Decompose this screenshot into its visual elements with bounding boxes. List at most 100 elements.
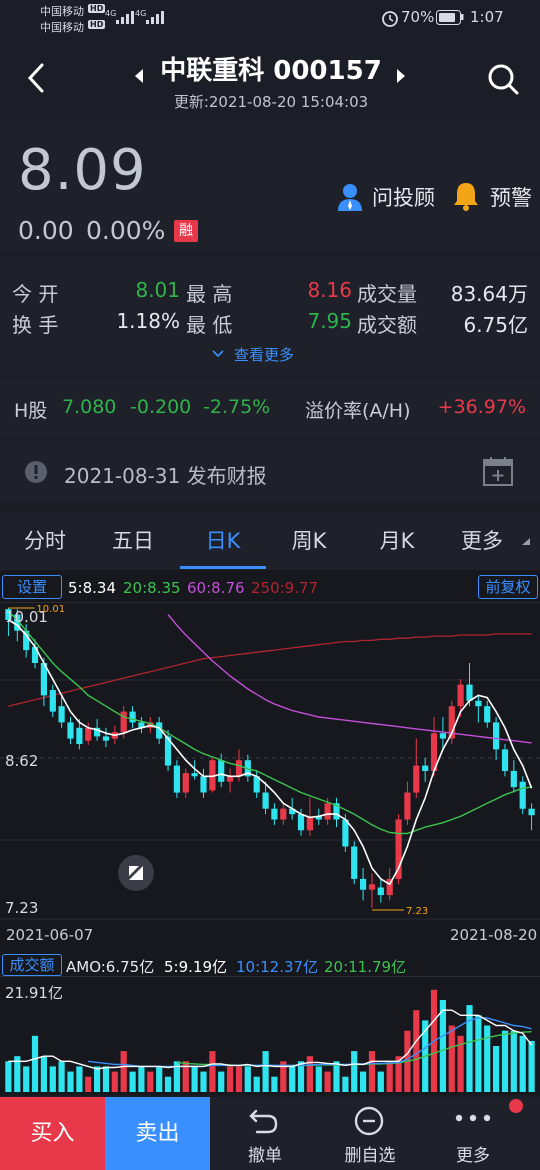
prev-stock-icon[interactable] bbox=[134, 68, 144, 84]
tab-more[interactable]: 更多 bbox=[444, 512, 520, 570]
volume-bar bbox=[138, 1066, 145, 1092]
amount-label: 成交额 bbox=[357, 313, 417, 337]
h-share-row[interactable]: H股 7.080 -0.200 -2.75% 溢价率(A/H) +36.97% bbox=[0, 378, 540, 438]
tab-daily-k[interactable]: 日K bbox=[180, 512, 266, 570]
candle-body bbox=[493, 722, 500, 750]
volume-bar bbox=[475, 1015, 482, 1092]
volume-bar bbox=[360, 1071, 367, 1092]
volume-max-label: 21.91亿 bbox=[5, 984, 63, 1002]
sell-button[interactable]: 卖出 bbox=[105, 1097, 210, 1170]
candle bbox=[200, 768, 207, 798]
buy-button[interactable]: 买入 bbox=[0, 1097, 105, 1170]
volume-bar bbox=[484, 1025, 491, 1092]
date-start: 2021-06-07 bbox=[6, 926, 94, 944]
tab-weekly-k[interactable]: 周K bbox=[268, 512, 350, 570]
hd-badge-1: HD bbox=[88, 4, 106, 13]
fullscreen-button[interactable] bbox=[118, 855, 154, 891]
legend-ma20: 20:8.35 bbox=[123, 579, 181, 597]
chevron-down-icon bbox=[212, 350, 224, 358]
candle bbox=[519, 776, 526, 815]
indicator-select-button[interactable]: 成交额 bbox=[2, 954, 62, 976]
legend-ma5: 5:8.34 bbox=[68, 579, 116, 597]
volume-label: 成交量 bbox=[357, 282, 417, 306]
volume-bar bbox=[324, 1071, 331, 1092]
h-share-price: 7.080 bbox=[62, 396, 117, 418]
more-dots-icon bbox=[455, 1114, 491, 1122]
legend-ma60: 60:8.76 bbox=[187, 579, 245, 597]
candle-body bbox=[466, 684, 473, 701]
volume-bar bbox=[5, 1061, 12, 1092]
low-value: 7.95 bbox=[307, 309, 352, 333]
earnings-notice[interactable]: 2021-08-31 发布财报 bbox=[0, 440, 540, 502]
search-icon[interactable] bbox=[486, 62, 520, 96]
cancel-order-button[interactable]: 撤单 bbox=[210, 1097, 320, 1170]
candle-body bbox=[58, 706, 65, 723]
ma60-line bbox=[167, 614, 532, 744]
volume-bar bbox=[191, 1066, 198, 1092]
y-axis-top-label: 10.01 bbox=[5, 608, 48, 626]
candle bbox=[40, 657, 47, 707]
network-type-1: 4G bbox=[105, 9, 117, 18]
volume-bar bbox=[528, 1040, 535, 1092]
vol-ma10-value: 10:12.37亿 bbox=[236, 958, 319, 976]
carrier-1: 中国移动 bbox=[40, 5, 84, 18]
candle-body bbox=[173, 765, 180, 793]
volume-bar bbox=[209, 1051, 216, 1092]
candle bbox=[377, 878, 384, 903]
signal-icon bbox=[116, 11, 134, 24]
calendar-add-icon[interactable] bbox=[482, 455, 514, 487]
back-icon[interactable] bbox=[24, 62, 48, 94]
candle bbox=[368, 873, 376, 908]
volume-value: 83.64万 bbox=[450, 282, 528, 306]
candle bbox=[351, 841, 358, 885]
kline-chart[interactable]: 10.01 7.23 bbox=[0, 602, 540, 920]
candle-body bbox=[439, 733, 446, 739]
settings-button[interactable]: 设置 bbox=[2, 575, 62, 599]
tab-monthly-k[interactable]: 月K bbox=[356, 512, 438, 570]
candle-body bbox=[297, 814, 305, 831]
open-label: 今 开 bbox=[12, 282, 59, 306]
tab-intraday[interactable]: 分时 bbox=[4, 512, 86, 570]
tab-five-day[interactable]: 五日 bbox=[92, 512, 174, 570]
premium-label: 溢价率(A/H) bbox=[305, 400, 411, 422]
candle bbox=[49, 684, 56, 717]
candle-body bbox=[67, 722, 74, 739]
bell-icon bbox=[454, 183, 478, 211]
candle bbox=[413, 738, 420, 798]
legend-ma250: 250:9.77 bbox=[251, 579, 319, 597]
candle-body bbox=[501, 749, 509, 771]
candle bbox=[422, 758, 429, 782]
more-actions-button[interactable]: 更多 bbox=[420, 1097, 530, 1170]
stock-header: 中联重科 000157 更新:2021-08-20 15:04:03 bbox=[0, 36, 540, 120]
high-label: 最 高 bbox=[186, 282, 233, 306]
ma250-line bbox=[8, 633, 532, 707]
candle-body bbox=[368, 884, 376, 890]
update-time: 更新:2021-08-20 15:04:03 bbox=[173, 93, 369, 111]
price-change: 0.00 bbox=[18, 216, 74, 245]
alarm-icon bbox=[382, 11, 398, 27]
active-tab-indicator bbox=[180, 566, 266, 569]
candle-body bbox=[475, 700, 482, 707]
quote-panel: 8.09 0.00 0.00% 融 问投顾 预警 bbox=[0, 120, 540, 250]
candle bbox=[484, 700, 491, 728]
candle-body bbox=[218, 760, 225, 782]
next-stock-icon[interactable] bbox=[396, 68, 406, 84]
h-share-change: -0.200 bbox=[130, 396, 192, 418]
candle bbox=[129, 706, 136, 728]
candle bbox=[510, 760, 517, 793]
candle bbox=[395, 814, 402, 885]
battery-percent: 70% bbox=[401, 8, 435, 26]
candle-body bbox=[422, 765, 429, 771]
volume-bar bbox=[147, 1071, 154, 1092]
remove-watchlist-button[interactable]: 删自选 bbox=[320, 1097, 420, 1170]
candle-body bbox=[182, 773, 189, 793]
volume-chart[interactable] bbox=[0, 976, 540, 1094]
candle-body bbox=[129, 711, 136, 723]
margin-badge: 融 bbox=[174, 220, 198, 242]
candle-body bbox=[235, 760, 243, 777]
candle-body bbox=[484, 706, 491, 723]
vol-ma20-value: 20:11.79亿 bbox=[324, 958, 407, 976]
kline-chart-area[interactable]: 设置 5:8.34 20:8.35 60:8.76 250:9.77 前复权 1… bbox=[0, 570, 540, 1095]
candle-body bbox=[360, 878, 367, 890]
price-adjust-button[interactable]: 前复权 bbox=[478, 575, 538, 599]
